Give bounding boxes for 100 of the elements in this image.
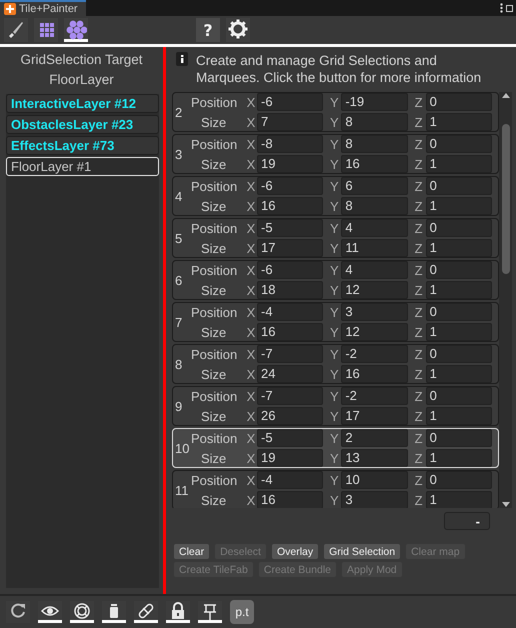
- selection-row[interactable]: 5 Position X -5 Y 4 Z 0 Size X 17 Y 11 Z 1: [172, 218, 499, 258]
- number-field[interactable]: 0: [426, 387, 492, 405]
- number-field[interactable]: 8: [341, 113, 408, 131]
- number-field[interactable]: 8: [341, 135, 408, 153]
- number-field[interactable]: 16: [257, 491, 324, 508]
- number-field[interactable]: 4: [341, 219, 408, 237]
- number-field[interactable]: 19: [257, 155, 324, 173]
- window-tab[interactable]: Tile+Painter: [0, 0, 86, 16]
- number-field[interactable]: 1: [426, 281, 492, 299]
- number-field[interactable]: 1: [426, 113, 492, 131]
- number-field[interactable]: -4: [257, 303, 324, 321]
- tool-button[interactable]: [4, 18, 28, 42]
- selection-row[interactable]: 3 Position X -8 Y 8 Z 0 Size X 19 Y 16 Z 1: [172, 134, 499, 174]
- number-field[interactable]: 8: [341, 197, 408, 215]
- field-label: Position: [191, 388, 238, 404]
- number-field[interactable]: -19: [341, 93, 408, 111]
- action-button[interactable]: Grid Selection: [324, 544, 400, 559]
- number-field[interactable]: -7: [257, 387, 324, 405]
- pt-button[interactable]: p.t: [230, 600, 254, 624]
- number-field[interactable]: -2: [341, 345, 408, 363]
- number-field[interactable]: 3: [341, 303, 408, 321]
- layer-item[interactable]: InteractiveLayer #12: [6, 94, 159, 113]
- layer-item[interactable]: FloorLayer #1: [6, 157, 159, 176]
- number-field[interactable]: 0: [426, 177, 492, 195]
- toolbar-button[interactable]: [198, 601, 222, 623]
- field-label: Size: [200, 156, 228, 172]
- number-field[interactable]: 12: [341, 281, 408, 299]
- number-field[interactable]: -6: [257, 93, 324, 111]
- number-field[interactable]: 26: [257, 407, 324, 425]
- selection-row[interactable]: 11 Position X -4 Y 10 Z 0 Size X 16 Y 3 Z 1: [172, 470, 499, 508]
- number-field[interactable]: 1: [426, 449, 492, 467]
- selection-row[interactable]: 7 Position X -4 Y 3 Z 0 Size X 16 Y 12 Z 1: [172, 302, 499, 342]
- selection-row[interactable]: 9 Position X -7 Y -2 Z 0 Size X 26 Y 17 Z 1: [172, 386, 499, 426]
- toolbar-button[interactable]: [134, 601, 158, 623]
- number-field[interactable]: 0: [426, 345, 492, 363]
- number-field[interactable]: 1: [426, 323, 492, 341]
- number-field[interactable]: -6: [257, 261, 324, 279]
- number-field[interactable]: 3: [341, 491, 408, 508]
- number-field[interactable]: 19: [257, 449, 324, 467]
- number-field[interactable]: -8: [257, 135, 324, 153]
- action-button[interactable]: Clear: [174, 544, 210, 559]
- number-field[interactable]: 0: [426, 93, 492, 111]
- number-field[interactable]: 7: [257, 113, 324, 131]
- row-index: 5: [174, 230, 184, 246]
- tool-button[interactable]: [64, 18, 88, 42]
- number-field[interactable]: 10: [341, 471, 408, 489]
- number-field[interactable]: -7: [257, 345, 324, 363]
- number-field[interactable]: 16: [341, 155, 408, 173]
- number-field[interactable]: -4: [257, 471, 324, 489]
- number-field[interactable]: 2: [341, 429, 408, 447]
- layer-item[interactable]: EffectsLayer #73: [6, 136, 159, 155]
- action-button[interactable]: Overlay: [272, 544, 318, 559]
- number-field[interactable]: 16: [257, 197, 324, 215]
- layer-item[interactable]: ObstaclesLayer #23: [6, 115, 159, 134]
- selection-row[interactable]: 6 Position X -6 Y 4 Z 0 Size X 18 Y 12 Z 1: [172, 260, 499, 300]
- number-field[interactable]: 1: [426, 491, 492, 508]
- number-field[interactable]: 0: [426, 219, 492, 237]
- number-field[interactable]: 0: [426, 261, 492, 279]
- number-field[interactable]: 18: [257, 281, 324, 299]
- number-field[interactable]: -6: [257, 177, 324, 195]
- number-field[interactable]: 16: [257, 323, 324, 341]
- selection-row[interactable]: 10 Position X -5 Y 2 Z 0 Size X 19 Y 13 Z 1: [172, 428, 499, 468]
- axis-label: Y: [328, 366, 340, 382]
- number-field[interactable]: 1: [426, 239, 492, 257]
- number-field[interactable]: 13: [341, 449, 408, 467]
- number-field[interactable]: 17: [257, 239, 324, 257]
- settings-button[interactable]: [226, 18, 250, 42]
- number-field[interactable]: -5: [257, 429, 324, 447]
- selection-row[interactable]: 2 Position X -6 Y -19 Z 0 Size X 7 Y 8 Z 1: [172, 92, 499, 132]
- scrollbar[interactable]: [499, 92, 512, 508]
- scroll-thumb[interactable]: [502, 124, 510, 274]
- help-button[interactable]: ?: [196, 18, 220, 42]
- toolbar-button[interactable]: [6, 601, 30, 623]
- number-field[interactable]: 0: [426, 429, 492, 447]
- number-field[interactable]: 12: [341, 323, 408, 341]
- number-field[interactable]: 1: [426, 407, 492, 425]
- number-field[interactable]: 1: [426, 197, 492, 215]
- axis-label: X: [246, 492, 256, 508]
- number-field[interactable]: -2: [341, 387, 408, 405]
- axis-label: Z: [414, 220, 424, 236]
- remove-button[interactable]: -: [444, 512, 490, 530]
- number-field[interactable]: 6: [341, 177, 408, 195]
- number-field[interactable]: 24: [257, 365, 324, 383]
- row-index: 6: [174, 272, 184, 288]
- selection-row[interactable]: 4 Position X -6 Y 6 Z 0 Size X 16 Y 8 Z 1: [172, 176, 499, 216]
- number-field[interactable]: -5: [257, 219, 324, 237]
- number-field[interactable]: 1: [426, 365, 492, 383]
- number-field[interactable]: 4: [341, 261, 408, 279]
- number-field[interactable]: 0: [426, 135, 492, 153]
- number-field[interactable]: 11: [341, 239, 408, 257]
- number-field[interactable]: 1: [426, 155, 492, 173]
- selection-row[interactable]: 8 Position X -7 Y -2 Z 0 Size X 24 Y 16 Z 1: [172, 344, 499, 384]
- toolbar-button[interactable]: [102, 601, 126, 623]
- number-field[interactable]: 0: [426, 471, 492, 489]
- number-field[interactable]: 0: [426, 303, 492, 321]
- toolbar-button[interactable]: [166, 601, 190, 623]
- number-field[interactable]: 16: [341, 365, 408, 383]
- toolbar-button[interactable]: [38, 601, 62, 623]
- number-field[interactable]: 17: [341, 407, 408, 425]
- toolbar-button[interactable]: [70, 601, 94, 623]
